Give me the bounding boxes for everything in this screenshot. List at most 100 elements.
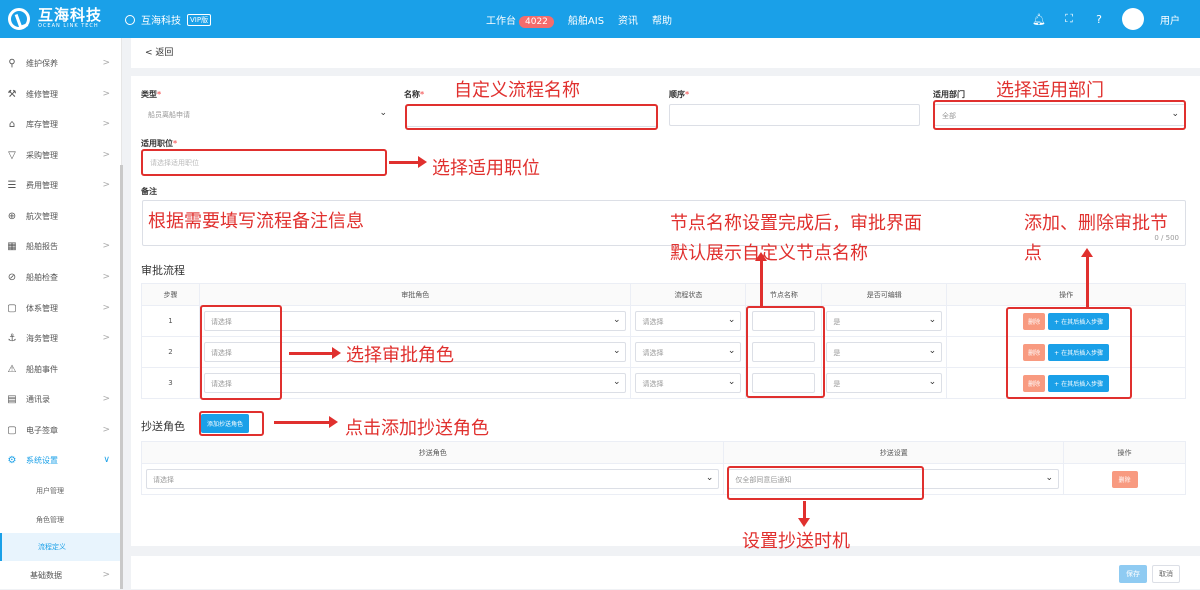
chevron-down-icon: ⌄ bbox=[928, 377, 937, 387]
delete-step-button[interactable]: 删除 bbox=[1023, 343, 1046, 361]
insert-step-button[interactable]: + 在其后插入步骤 bbox=[1048, 374, 1110, 392]
logo[interactable]: 互海科技 OCEAN LINK TECH bbox=[8, 7, 102, 30]
annotation-node-name-2: 默认展示自定义节点名称 bbox=[670, 243, 868, 264]
status-cell: 请选择 ⌄ bbox=[630, 336, 747, 368]
menu-label: 工作台 bbox=[486, 16, 516, 27]
node-name-input[interactable] bbox=[752, 342, 816, 362]
cc-setting-select[interactable]: 仅全部同意后通知 ⌄ bbox=[728, 469, 1060, 489]
position-select[interactable]: 请选择适用职位 bbox=[143, 152, 387, 174]
sidebar-item-label: 船舶检查 bbox=[26, 272, 58, 282]
delete-step-button[interactable]: 删除 bbox=[1023, 312, 1046, 330]
sidebar-item-label: 采购管理 bbox=[26, 150, 58, 160]
editable-select[interactable]: 是 ⌄ bbox=[826, 373, 943, 393]
sidebar-item-e-sign[interactable]: ▢ 电子签章 > bbox=[0, 415, 122, 445]
sidebar: ⚲ 维护保养 > ⚒ 维修管理 > ⌂ 库存管理 > ▽ 采购管理 > ☰ 费用管理 > ⊕ 航次管理… bbox=[0, 38, 122, 589]
sidebar-item-voyage[interactable]: ⊕ 航次管理 bbox=[0, 201, 122, 231]
user-name[interactable]: 用户 bbox=[1160, 12, 1180, 27]
help-icon[interactable]: ? bbox=[1092, 12, 1106, 26]
sidebar-item-contacts[interactable]: ▤ 通讯录 > bbox=[0, 384, 122, 414]
sidebar-item-label: 体系管理 bbox=[26, 303, 58, 313]
sidebar-item-ship-event[interactable]: ⚠︎ 船舶事件 bbox=[0, 354, 122, 384]
sidebar-item-maintenance[interactable]: ⚲ 维护保养 > bbox=[0, 48, 122, 78]
col-node-name: 节点名称 bbox=[745, 283, 823, 306]
sidebar-item-repair[interactable]: ⚒ 维修管理 > bbox=[0, 79, 122, 109]
top-bar: 互海科技 OCEAN LINK TECH 互海科技 VIP版 工作台 4022 船… bbox=[0, 0, 1200, 38]
insert-step-button[interactable]: + 在其后插入步骤 bbox=[1048, 312, 1110, 330]
dept-select[interactable]: 全部 ⌄ bbox=[934, 104, 1186, 126]
sidebar-item-ship-inspection[interactable]: ⊘ 船舶检查 > bbox=[0, 262, 122, 292]
warning-icon: ⚠︎ bbox=[7, 363, 17, 375]
sidebar-scrollbar[interactable] bbox=[120, 165, 123, 589]
menu-workbench[interactable]: 工作台 4022 bbox=[486, 12, 554, 28]
sidebar-item-label: 系统设置 bbox=[26, 455, 58, 465]
company-switcher[interactable]: 互海科技 VIP版 bbox=[125, 12, 212, 27]
status-select[interactable]: 请选择 ⌄ bbox=[635, 342, 742, 362]
node-name-cell bbox=[745, 305, 823, 337]
anchor-icon: ⚓︎ bbox=[7, 332, 17, 344]
table-row: 3 请选择 ⌄ 请选择 ⌄ 是 ⌄ 删除 + 在其后插入步骤 bbox=[141, 367, 1186, 399]
insert-step-button[interactable]: + 在其后插入步骤 bbox=[1048, 343, 1110, 361]
chevron-right-icon: > bbox=[102, 425, 110, 435]
bell-icon[interactable]: 🔔︎ bbox=[1032, 12, 1046, 26]
sidebar-item-inventory[interactable]: ⌂ 库存管理 > bbox=[0, 109, 122, 139]
chevron-down-icon: ⌄ bbox=[705, 473, 714, 483]
footer-bar bbox=[131, 556, 1200, 589]
dept-value: 全部 bbox=[942, 112, 956, 120]
cc-role-select[interactable]: 请选择 ⌄ bbox=[146, 469, 720, 489]
order-input[interactable] bbox=[669, 104, 920, 126]
top-icons: 🔔︎ ⛶ ? 用户 bbox=[1032, 8, 1180, 30]
role-select[interactable]: 请选择 ⌄ bbox=[203, 311, 627, 331]
sidebar-item-label: 电子签章 bbox=[26, 425, 58, 435]
back-link[interactable]: < 返回 bbox=[145, 48, 173, 58]
annotation-arrow-actions bbox=[1081, 248, 1093, 307]
annotation-select-role: 选择审批角色 bbox=[346, 345, 454, 366]
fullscreen-icon[interactable]: ⛶ bbox=[1062, 12, 1076, 26]
menu-help[interactable]: 帮助 bbox=[652, 12, 672, 27]
name-input[interactable] bbox=[406, 105, 657, 127]
sidebar-sub-users[interactable]: 用户管理 bbox=[0, 477, 122, 505]
col-actions: 操作 bbox=[946, 283, 1186, 306]
node-name-input[interactable] bbox=[752, 311, 816, 331]
sidebar-item-system-mgmt[interactable]: ▢ 体系管理 > bbox=[0, 293, 122, 323]
sidebar-sub-process-definition[interactable]: 流程定义 bbox=[0, 533, 122, 561]
role-cell: 请选择 ⌄ bbox=[198, 305, 632, 337]
sidebar-item-purchase[interactable]: ▽ 采购管理 > bbox=[0, 140, 122, 170]
type-select[interactable]: 船员离船申请 ⌄ bbox=[141, 104, 393, 126]
save-button[interactable]: 保存 bbox=[1119, 565, 1147, 583]
status-select[interactable]: 请选择 ⌄ bbox=[635, 311, 742, 331]
menu-ship-ais[interactable]: 船舶AIS bbox=[568, 12, 604, 27]
col-cc-role: 抄送角色 bbox=[140, 441, 725, 464]
node-name-cell bbox=[745, 367, 823, 399]
menu-news[interactable]: 资讯 bbox=[618, 12, 638, 27]
delete-cc-button[interactable]: 删除 bbox=[1111, 470, 1138, 488]
status-select[interactable]: 请选择 ⌄ bbox=[635, 373, 742, 393]
sidebar-sub-base-data[interactable]: 基础数据 > bbox=[0, 560, 122, 590]
chevron-down-icon: ⌄ bbox=[928, 315, 937, 325]
remark-label: 备注 bbox=[141, 187, 157, 196]
editable-cell: 是 ⌄ bbox=[821, 336, 948, 368]
add-cc-role-button[interactable]: 添加抄送角色 bbox=[201, 414, 250, 433]
type-label: 类型* bbox=[141, 90, 162, 99]
sidebar-item-ship-report[interactable]: ▦ 船舶报告 > bbox=[0, 231, 122, 261]
editable-select[interactable]: 是 ⌄ bbox=[826, 311, 943, 331]
switch-icon bbox=[125, 14, 135, 25]
delete-step-button[interactable]: 删除 bbox=[1023, 374, 1046, 392]
sidebar-item-cost[interactable]: ☰ 费用管理 > bbox=[0, 170, 122, 200]
cancel-button[interactable]: 取消 bbox=[1152, 565, 1180, 583]
logo-subtitle: OCEAN LINK TECH bbox=[38, 23, 99, 29]
remark-counter: 0 / 500 bbox=[1154, 234, 1179, 242]
sidebar-item-system-settings[interactable]: ⚙︎ 系统设置 ∨ bbox=[0, 445, 122, 475]
sidebar-sub-roles[interactable]: 角色管理 bbox=[0, 506, 122, 534]
role-select[interactable]: 请选择 ⌄ bbox=[203, 373, 627, 393]
back-bar: < 返回 bbox=[131, 38, 1200, 68]
editable-select[interactable]: 是 ⌄ bbox=[826, 342, 943, 362]
chevron-down-icon: ⌄ bbox=[612, 315, 621, 325]
avatar[interactable] bbox=[1122, 8, 1144, 30]
chevron-right-icon: > bbox=[102, 303, 110, 313]
sidebar-item-marine[interactable]: ⚓︎ 海务管理 > bbox=[0, 323, 122, 353]
gear-icon: ⚙︎ bbox=[7, 454, 17, 466]
node-name-input[interactable] bbox=[752, 373, 816, 393]
database-icon: ☰ bbox=[7, 179, 17, 191]
role-cell: 请选择 ⌄ bbox=[198, 367, 632, 399]
step-cell: 2 bbox=[141, 336, 200, 368]
